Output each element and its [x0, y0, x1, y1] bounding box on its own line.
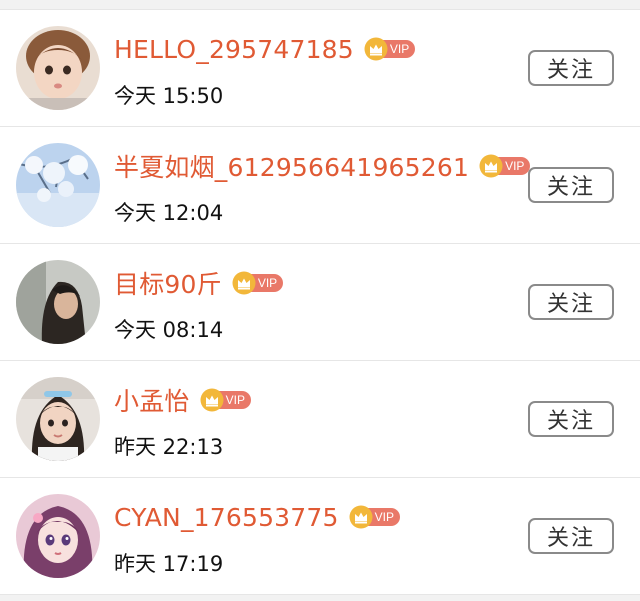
- vip-badge: VIP: [364, 37, 416, 61]
- follower-list: HELLO_295747185 VIP 今天 15:50 关注 半夏如烟_612…: [0, 9, 640, 595]
- follow-button[interactable]: 关注: [528, 167, 614, 203]
- list-item[interactable]: 小孟怡 VIP 昨天 22:13 关注: [0, 361, 640, 478]
- follow-time: 昨天 17:19: [114, 552, 224, 576]
- list-item[interactable]: 目标90斤 VIP 今天 08:14 关注: [0, 244, 640, 361]
- username-line: CYAN_176553775 VIP: [114, 500, 400, 534]
- username-line: 小孟怡 VIP: [114, 383, 251, 417]
- list-item[interactable]: CYAN_176553775 VIP 昨天 17:19 关注: [0, 478, 640, 595]
- username-line: 目标90斤 VIP: [114, 265, 284, 301]
- username[interactable]: CYAN_176553775: [114, 503, 339, 532]
- avatar[interactable]: [16, 494, 100, 578]
- avatar[interactable]: [16, 143, 100, 227]
- username-line: HELLO_295747185 VIP: [114, 32, 416, 66]
- username[interactable]: 小孟怡: [114, 382, 190, 418]
- crown-icon: [364, 37, 388, 61]
- username[interactable]: 半夏如烟_612956641965261: [114, 148, 469, 184]
- avatar[interactable]: [16, 377, 100, 461]
- vip-badge: VIP: [349, 505, 400, 529]
- follow-time: 今天 08:14: [114, 318, 224, 342]
- vip-badge: VIP: [479, 154, 531, 178]
- username[interactable]: 目标90斤: [114, 265, 222, 301]
- username[interactable]: HELLO_295747185: [114, 35, 354, 64]
- follow-button[interactable]: 关注: [528, 50, 614, 86]
- list-item[interactable]: HELLO_295747185 VIP 今天 15:50 关注: [0, 10, 640, 127]
- crown-icon: [349, 505, 373, 529]
- follow-time: 昨天 22:13: [114, 435, 224, 459]
- list-item[interactable]: 半夏如烟_612956641965261 VIP 今天 12:04 关注: [0, 127, 640, 244]
- avatar[interactable]: [16, 260, 100, 344]
- vip-badge: VIP: [232, 271, 284, 295]
- follow-time: 今天 15:50: [114, 84, 224, 108]
- crown-icon: [232, 271, 256, 295]
- vip-badge: VIP: [200, 388, 251, 412]
- crown-icon: [479, 154, 503, 178]
- follow-button[interactable]: 关注: [528, 284, 614, 320]
- follow-time: 今天 12:04: [114, 201, 224, 225]
- avatar[interactable]: [16, 26, 100, 110]
- follow-button[interactable]: 关注: [528, 518, 614, 554]
- follow-button[interactable]: 关注: [528, 401, 614, 437]
- crown-icon: [200, 388, 224, 412]
- username-line: 半夏如烟_612956641965261 VIP: [114, 148, 531, 184]
